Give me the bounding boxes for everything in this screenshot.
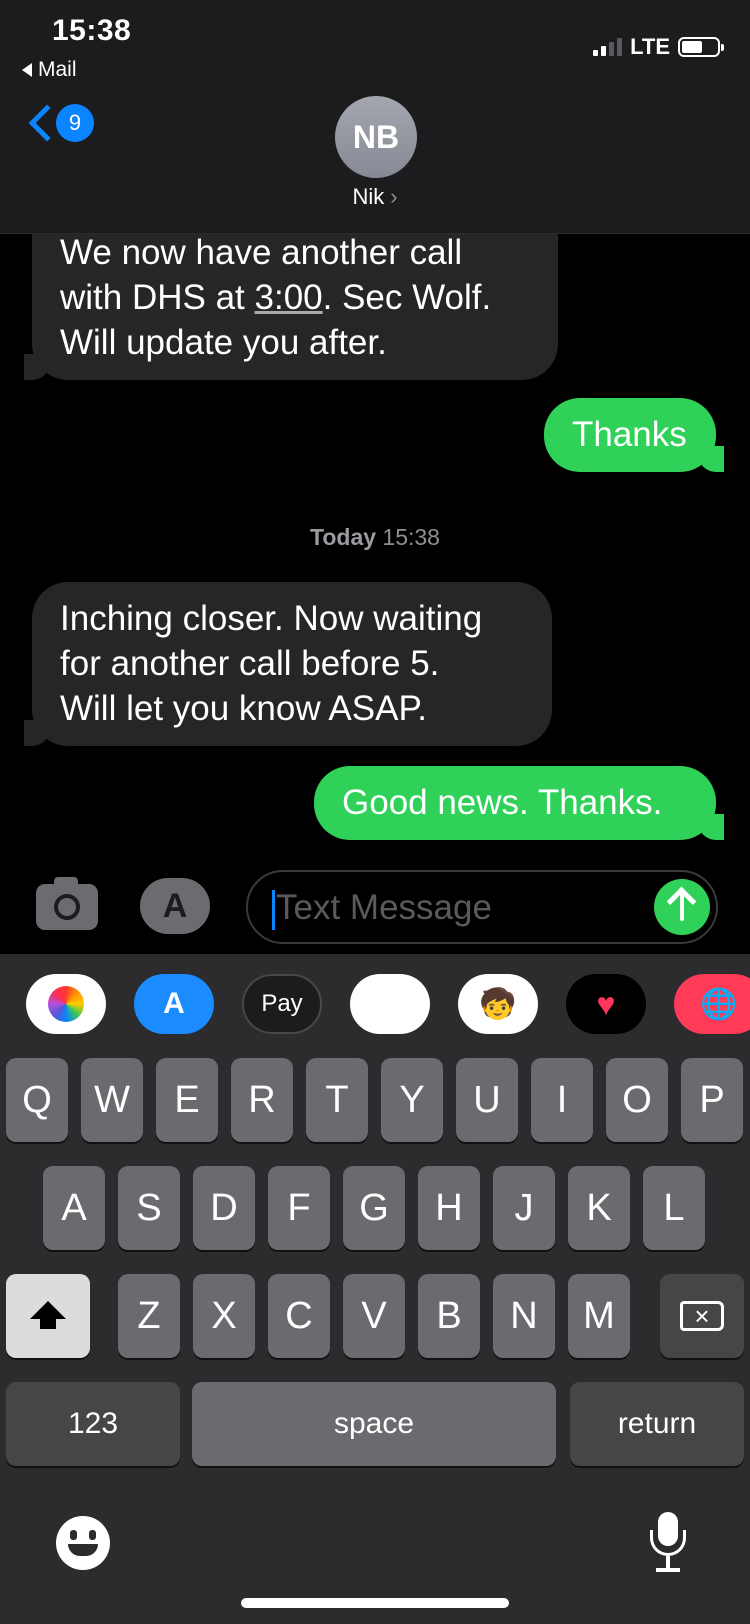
received-message-bubble[interactable]: Inching closer. Now waiting for another … xyxy=(24,582,552,746)
key-i[interactable]: I xyxy=(531,1058,593,1142)
signal-icon xyxy=(593,38,623,56)
apps-button[interactable]: A xyxy=(140,878,210,934)
camera-button[interactable] xyxy=(36,877,98,930)
status-icons: LTE xyxy=(593,34,724,60)
key-n[interactable]: N xyxy=(493,1274,555,1358)
back-button[interactable]: 9 xyxy=(24,104,94,142)
key-j[interactable]: J xyxy=(493,1166,555,1250)
image-search-icon[interactable]: 🌐 xyxy=(674,974,750,1034)
message-line: We now have another call xyxy=(60,234,463,272)
key-f[interactable]: F xyxy=(268,1166,330,1250)
key-p[interactable]: P xyxy=(681,1058,743,1142)
key-u[interactable]: U xyxy=(456,1058,518,1142)
key-l[interactable]: L xyxy=(643,1166,705,1250)
app-store-icon[interactable]: A xyxy=(134,974,214,1034)
shift-arrow-icon xyxy=(30,1301,66,1329)
back-to-app-link[interactable]: Mail xyxy=(22,58,77,82)
sent-message-bubble[interactable]: Good news. Thanks. xyxy=(314,766,724,840)
key-v[interactable]: V xyxy=(343,1274,405,1358)
key-m[interactable]: M xyxy=(568,1274,630,1358)
key-c[interactable]: C xyxy=(268,1274,330,1358)
space-key[interactable]: space xyxy=(192,1382,556,1466)
key-d[interactable]: D xyxy=(193,1166,255,1250)
microphone-icon[interactable] xyxy=(648,1512,688,1574)
key-b[interactable]: B xyxy=(418,1274,480,1358)
key-g[interactable]: G xyxy=(343,1166,405,1250)
message-line: Will let you know ASAP. xyxy=(60,689,428,728)
back-triangle-icon xyxy=(22,63,32,77)
contact-name-button[interactable]: Nik › xyxy=(0,184,750,210)
message-line: for another call before 5. xyxy=(60,644,440,683)
chevron-right-icon: › xyxy=(390,184,398,209)
key-q[interactable]: Q xyxy=(6,1058,68,1142)
message-line: Will update you after. xyxy=(60,323,387,362)
memoji-icon[interactable]: 🧒 xyxy=(458,974,538,1034)
carrier-label: LTE xyxy=(630,34,670,59)
key-e[interactable]: E xyxy=(156,1058,218,1142)
digital-touch-icon[interactable]: ♥ xyxy=(566,974,646,1034)
send-button[interactable] xyxy=(654,879,710,935)
status-time: 15:38 xyxy=(52,14,132,47)
message-line: with DHS at 3:00. Sec Wolf. xyxy=(60,278,492,317)
message-timestamp: Today 15:38 xyxy=(310,524,440,550)
delete-key[interactable]: × xyxy=(660,1274,744,1358)
message-thread[interactable]: We now have another call with DHS at 3:0… xyxy=(0,234,750,866)
numbers-key[interactable]: 123 xyxy=(6,1382,180,1466)
key-r[interactable]: R xyxy=(231,1058,293,1142)
message-placeholder: Text Message xyxy=(276,888,492,927)
shift-key[interactable] xyxy=(6,1274,90,1358)
emoji-keyboard-button[interactable] xyxy=(56,1516,110,1570)
key-o[interactable]: O xyxy=(606,1058,668,1142)
key-k[interactable]: K xyxy=(568,1166,630,1250)
sent-message-bubble[interactable]: Thanks xyxy=(544,398,724,472)
contact-avatar[interactable]: NB xyxy=(335,96,417,178)
return-key[interactable]: return xyxy=(570,1382,744,1466)
key-y[interactable]: Y xyxy=(381,1058,443,1142)
home-indicator xyxy=(241,1598,509,1608)
key-s[interactable]: S xyxy=(118,1166,180,1250)
photos-app-icon[interactable] xyxy=(26,974,106,1034)
key-a[interactable]: A xyxy=(43,1166,105,1250)
message-line: Inching closer. Now waiting xyxy=(60,599,483,638)
key-t[interactable]: T xyxy=(306,1058,368,1142)
text-caret xyxy=(272,890,275,930)
time-link[interactable]: 3:00 xyxy=(255,278,323,317)
apple-pay-icon[interactable]: Pay xyxy=(242,974,322,1034)
arrow-up-icon xyxy=(680,893,684,921)
received-message-bubble[interactable]: We now have another call with DHS at 3:0… xyxy=(24,234,558,380)
battery-icon xyxy=(678,37,724,57)
key-z[interactable]: Z xyxy=(118,1274,180,1358)
conversation-header: 15:38 Mail LTE 9 NB Nik › xyxy=(0,0,750,234)
key-x[interactable]: X xyxy=(193,1274,255,1358)
message-input[interactable]: Text Message xyxy=(246,870,718,944)
delete-icon: × xyxy=(680,1301,724,1331)
contact-name: Nik xyxy=(352,184,385,209)
key-w[interactable]: W xyxy=(81,1058,143,1142)
back-app-label: Mail xyxy=(38,58,77,81)
key-h[interactable]: H xyxy=(418,1166,480,1250)
animoji-icon[interactable]: 🐵 xyxy=(350,974,430,1034)
